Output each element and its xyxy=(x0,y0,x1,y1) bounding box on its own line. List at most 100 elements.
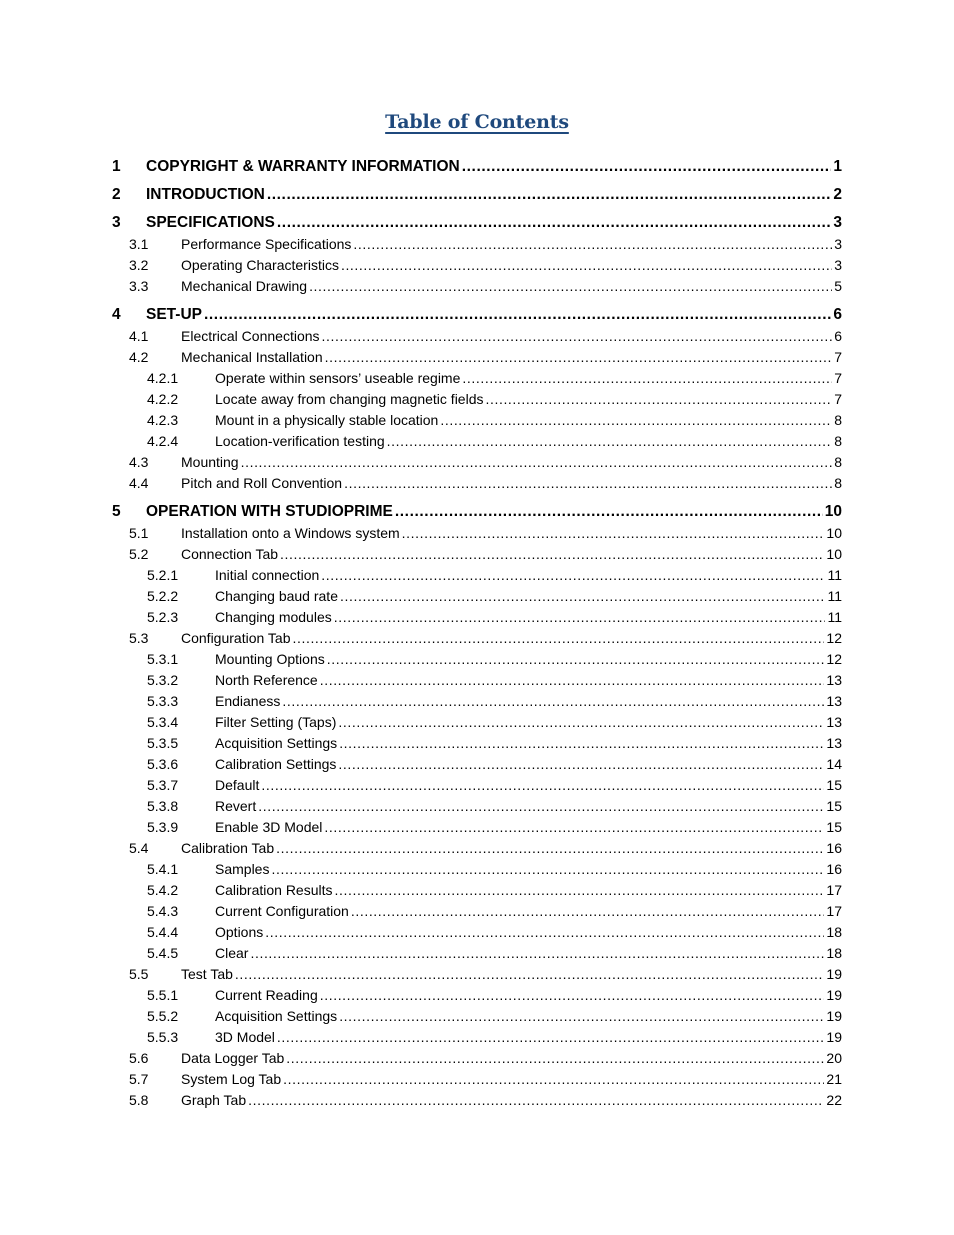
toc-entry[interactable]: 5.5 Test Tab 19 xyxy=(0,966,954,986)
toc-entry[interactable]: 4.1 Electrical Connections 6 xyxy=(0,328,954,348)
toc-entry[interactable]: 4.2 Mechanical Installation 7 xyxy=(0,349,954,369)
toc-entry[interactable]: 5 OPERATION WITH STUDIOPRIME 10 xyxy=(0,503,954,523)
toc-entry[interactable]: 5.3.6 Calibration Settings 14 xyxy=(0,756,954,776)
toc-entry[interactable]: 5.3.3 Endianess 13 xyxy=(0,693,954,713)
toc-entry-page-number: 15 xyxy=(826,798,842,814)
dot-leader xyxy=(258,798,824,814)
toc-entry[interactable]: 4 SET-UP 6 xyxy=(0,306,954,326)
toc-entry-page-number: 18 xyxy=(826,924,842,940)
toc-entry-page-number: 7 xyxy=(834,391,842,407)
dot-leader xyxy=(338,756,824,772)
dot-leader xyxy=(322,328,833,344)
toc-entry-number: 5.4.4 xyxy=(147,924,179,940)
toc-entry[interactable]: 5.4 Calibration Tab 16 xyxy=(0,840,954,860)
toc-entry[interactable]: 5.2.3 Changing modules 11 xyxy=(0,609,954,629)
toc-entry-page-number: 10 xyxy=(826,546,842,562)
dot-leader xyxy=(387,433,833,449)
toc-entry-page-number: 12 xyxy=(826,651,842,667)
toc-entry-page-number: 10 xyxy=(826,525,842,541)
toc-entry[interactable]: 5.2.1 Initial connection 11 xyxy=(0,567,954,587)
toc-entry[interactable]: 3.1 Performance Specifications 3 xyxy=(0,236,954,256)
toc-entry[interactable]: 5.3.2 North Reference 13 xyxy=(0,672,954,692)
toc-entry[interactable]: 1 COPYRIGHT & WARRANTY INFORMATION 1 xyxy=(0,158,954,178)
toc-entry-line: Mount in a physically stable location 8 xyxy=(215,412,842,428)
toc-entry-page-number: 8 xyxy=(834,454,842,470)
dot-leader xyxy=(267,186,832,204)
toc-entry[interactable]: 4.4 Pitch and Roll Convention 8 xyxy=(0,475,954,495)
dot-leader xyxy=(204,306,831,324)
toc-entry-line: Connection Tab 10 xyxy=(181,546,842,562)
toc-entry[interactable]: 5.7 System Log Tab 21 xyxy=(0,1071,954,1091)
toc-entry-label: Acquisition Settings xyxy=(215,1008,340,1024)
toc-entry[interactable]: 4.3 Mounting 8 xyxy=(0,454,954,474)
toc-entry-line: Calibration Tab 16 xyxy=(181,840,842,856)
toc-entry-label: Performance Specifications xyxy=(181,236,354,252)
toc-entry[interactable]: 5.1 Installation onto a Windows system 10 xyxy=(0,525,954,545)
dot-leader xyxy=(277,1029,825,1045)
toc-entry-label: Mount in a physically stable location xyxy=(215,412,441,428)
toc-entry[interactable]: 5.5.3 3D Model 19 xyxy=(0,1029,954,1049)
toc-entry[interactable]: 5.6 Data Logger Tab 20 xyxy=(0,1050,954,1070)
toc-entry-page-number: 3 xyxy=(834,236,842,252)
dot-leader xyxy=(277,214,831,232)
toc-entry[interactable]: 5.3.8 Revert 15 xyxy=(0,798,954,818)
toc-entry-label: System Log Tab xyxy=(181,1071,284,1087)
toc-entry[interactable]: 5.3 Configuration Tab 12 xyxy=(0,630,954,650)
toc-entry-number: 5.2.1 xyxy=(147,567,179,583)
toc-entry-label: Locate away from changing magnetic field… xyxy=(215,391,486,407)
toc-entry[interactable]: 5.3.7 Default 15 xyxy=(0,777,954,797)
page-title: Table of Contents xyxy=(385,111,569,133)
toc-entry-line: Graph Tab 22 xyxy=(181,1092,842,1108)
toc-entry[interactable]: 5.4.1 Samples 16 xyxy=(0,861,954,881)
toc-entry[interactable]: 5.3.1 Mounting Options 12 xyxy=(0,651,954,671)
toc-entry-number: 5.1 xyxy=(129,525,149,541)
toc-entry-page-number: 6 xyxy=(834,328,842,344)
toc-entry[interactable]: 5.3.5 Acquisition Settings 13 xyxy=(0,735,954,755)
toc-entry[interactable]: 2 INTRODUCTION 2 xyxy=(0,186,954,206)
toc-entry-number: 5.2.2 xyxy=(147,588,179,604)
toc-entry-line: Mounting Options 12 xyxy=(215,651,842,667)
toc-entry-label: Endianess xyxy=(215,693,283,709)
toc-entry-number: 5.4.5 xyxy=(147,945,179,961)
toc-entry-number: 4.4 xyxy=(129,475,149,491)
toc-entry-label: Default xyxy=(215,777,262,793)
toc-entry-line: Test Tab 19 xyxy=(181,966,842,982)
toc-entry[interactable]: 5.4.2 Calibration Results 17 xyxy=(0,882,954,902)
toc-entry-number: 5.5.3 xyxy=(147,1029,179,1045)
toc-entry[interactable]: 4.2.4 Location-verification testing 8 xyxy=(0,433,954,453)
dot-leader xyxy=(320,672,825,688)
toc-entry[interactable]: 5.4.3 Current Configuration 17 xyxy=(0,903,954,923)
toc-entry[interactable]: 5.2 Connection Tab 10 xyxy=(0,546,954,566)
toc-entry[interactable]: 3.2 Operating Characteristics 3 xyxy=(0,257,954,277)
toc-entry[interactable]: 3.3 Mechanical Drawing 5 xyxy=(0,278,954,298)
toc-entry[interactable]: 4.2.2 Locate away from changing magnetic … xyxy=(0,391,954,411)
toc-entry-page-number: 5 xyxy=(834,278,842,294)
dot-leader xyxy=(250,945,824,961)
toc-entry[interactable]: 4.2.1 Operate within sensors’ useable reg… xyxy=(0,370,954,390)
toc-entry[interactable]: 5.5.2 Acquisition Settings 19 xyxy=(0,1008,954,1028)
toc-entry[interactable]: 3 SPECIFICATIONS 3 xyxy=(0,214,954,234)
toc-entry-label: Data Logger Tab xyxy=(181,1050,287,1066)
toc-entry-label: Acquisition Settings xyxy=(215,735,340,751)
toc-entry-number: 5.7 xyxy=(129,1071,149,1087)
toc-entry[interactable]: 5.8 Graph Tab 22 xyxy=(0,1092,954,1112)
dot-leader xyxy=(280,546,824,562)
toc-entry[interactable]: 5.5.1 Current Reading 19 xyxy=(0,987,954,1007)
toc-entry-line: Options 18 xyxy=(215,924,842,940)
toc-entry-label: Electrical Connections xyxy=(181,328,322,344)
toc-entry[interactable]: 5.2.2 Changing baud rate 11 xyxy=(0,588,954,608)
toc-entry-line: Configuration Tab 12 xyxy=(181,630,842,646)
toc-entry-number: 5.4.2 xyxy=(147,882,179,898)
toc-entry-number: 5.3.8 xyxy=(147,798,179,814)
toc-entry[interactable]: 5.4.5 Clear 18 xyxy=(0,945,954,965)
toc-entry-number: 3.1 xyxy=(129,236,149,252)
toc-entry[interactable]: 4.2.3 Mount in a physically stable locati… xyxy=(0,412,954,432)
toc-entry-line: Changing modules 11 xyxy=(215,609,842,625)
toc-entry[interactable]: 5.3.4 Filter Setting (Taps) 13 xyxy=(0,714,954,734)
toc-entry[interactable]: 5.4.4 Options 18 xyxy=(0,924,954,944)
toc-entry[interactable]: 5.3.9 Enable 3D Model 15 xyxy=(0,819,954,839)
dot-leader xyxy=(485,391,832,407)
toc-entry-label: Clear xyxy=(215,945,251,961)
toc-entry-label: 3D Model xyxy=(215,1029,277,1045)
toc-entry-label: Pitch and Roll Convention xyxy=(181,475,345,491)
